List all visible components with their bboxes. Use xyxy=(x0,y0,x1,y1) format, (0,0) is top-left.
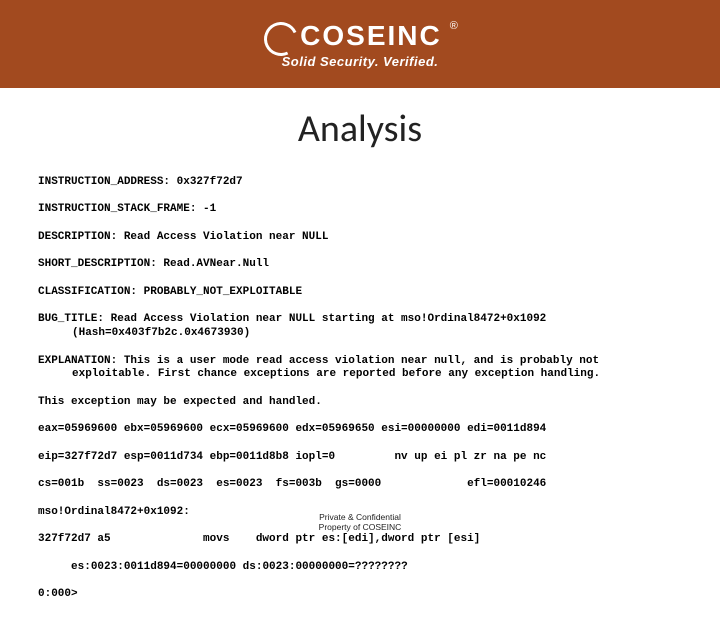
line-classification: CLASSIFICATION: PROBABLY_NOT_EXPLOITABLE xyxy=(38,286,682,300)
brand-mark-icon xyxy=(264,22,294,50)
registered-icon: ® xyxy=(450,20,458,32)
line-registers-1: eax=05969600 ebx=05969600 ecx=05969600 e… xyxy=(38,423,682,437)
line-memory: es:0023:0011d894=00000000 ds:0023:000000… xyxy=(38,561,682,575)
line-exception-note: This exception may be expected and handl… xyxy=(38,396,682,410)
brand-logo: COSEINC ® Solid Security. Verified. xyxy=(264,20,456,69)
slide-footer: Private & Confidential Property of COSEI… xyxy=(0,512,720,532)
slide-title: Analysis xyxy=(0,106,720,152)
line-bug-title: BUG_TITLE: Read Access Violation near NU… xyxy=(38,313,682,341)
analysis-content: INSTRUCTION_ADDRESS: 0x327f72d7 INSTRUCT… xyxy=(0,162,720,630)
footer-line-2: Property of COSEINC xyxy=(0,522,720,532)
line-short-description: SHORT_DESCRIPTION: Read.AVNear.Null xyxy=(38,258,682,272)
brand-tagline: Solid Security. Verified. xyxy=(282,54,439,69)
brand-header: COSEINC ® Solid Security. Verified. xyxy=(0,0,720,88)
brand-name: COSEINC xyxy=(300,20,442,52)
line-instruction-address: INSTRUCTION_ADDRESS: 0x327f72d7 xyxy=(38,176,682,190)
brand-logo-top: COSEINC ® xyxy=(264,20,456,52)
footer-line-1: Private & Confidential xyxy=(0,512,720,522)
line-disasm: 327f72d7 a5 movs dword ptr es:[edi],dwor… xyxy=(38,533,682,547)
line-description: DESCRIPTION: Read Access Violation near … xyxy=(38,231,682,245)
line-explanation: EXPLANATION: This is a user mode read ac… xyxy=(38,355,682,383)
line-prompt: 0:000> xyxy=(38,588,682,602)
line-registers-2: eip=327f72d7 esp=0011d734 ebp=0011d8b8 i… xyxy=(38,451,682,465)
line-registers-3: cs=001b ss=0023 ds=0023 es=0023 fs=003b … xyxy=(38,478,682,492)
slide: COSEINC ® Solid Security. Verified. Anal… xyxy=(0,0,720,540)
line-instruction-stack-frame: INSTRUCTION_STACK_FRAME: -1 xyxy=(38,203,682,217)
